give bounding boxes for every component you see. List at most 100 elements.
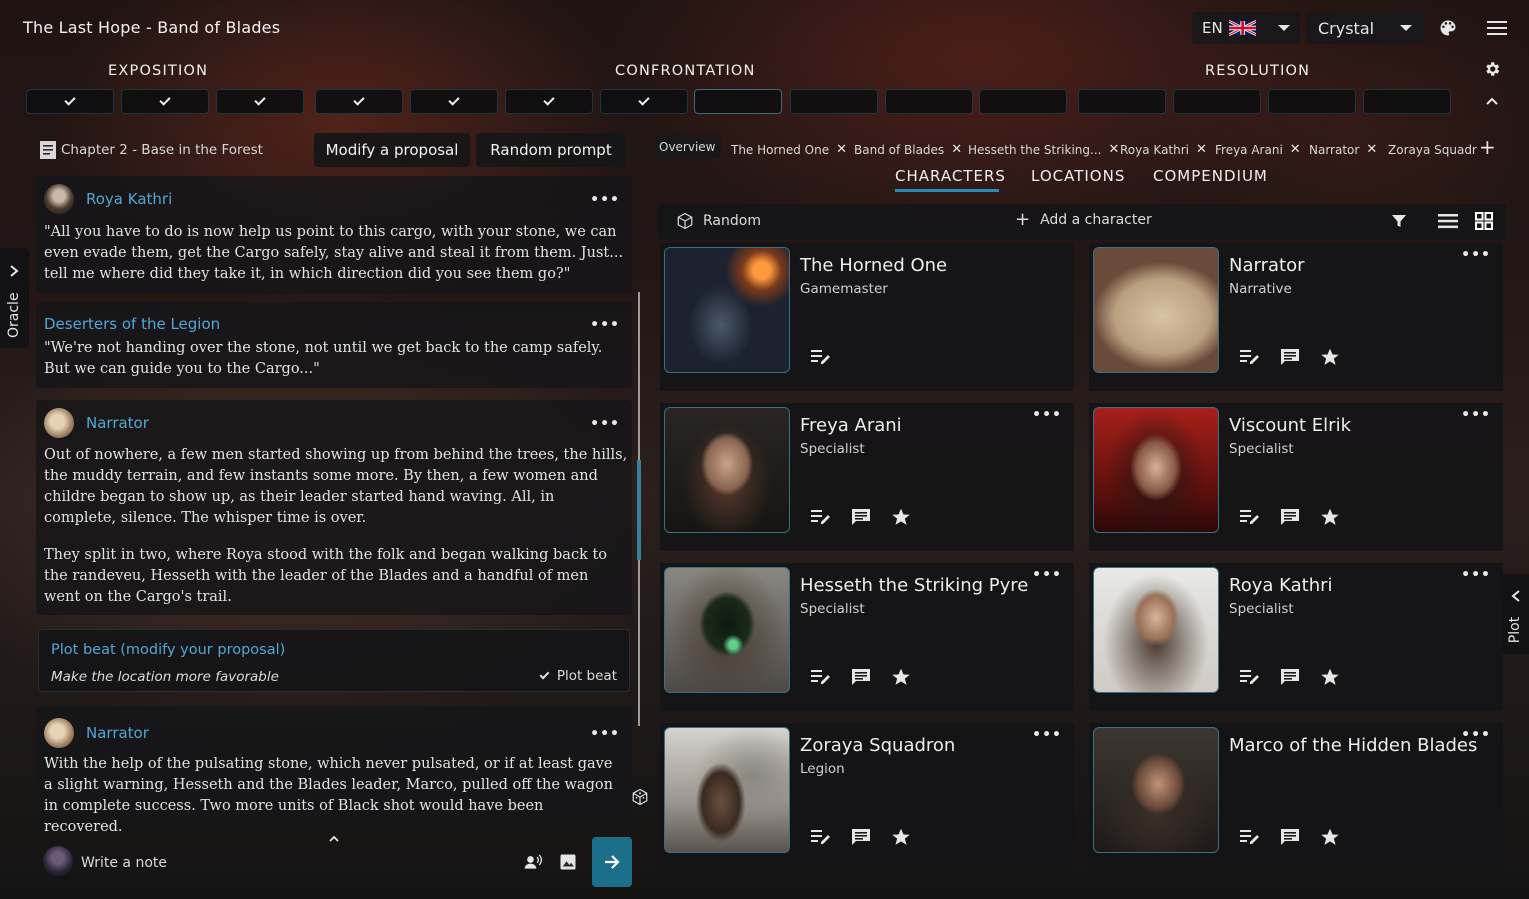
edit-notes-icon[interactable] (1239, 667, 1261, 685)
modify-proposal-button[interactable]: Modify a proposal (314, 133, 470, 167)
tab-character[interactable]: Freya Arani ✕ (1215, 139, 1301, 160)
tab-characters[interactable]: CHARACTERS (895, 167, 1006, 185)
edit-notes-icon[interactable] (1239, 827, 1261, 845)
dice-float-button[interactable] (626, 783, 654, 811)
send-button[interactable] (592, 837, 632, 887)
list-view-icon[interactable] (1438, 213, 1458, 229)
chat-icon[interactable] (1279, 347, 1301, 367)
character-portrait[interactable] (1093, 247, 1219, 373)
message-more-icon[interactable]: ••• (590, 416, 620, 432)
character-card[interactable]: Roya Kathri Specialist ••• (1089, 563, 1503, 711)
message-more-icon[interactable]: ••• (590, 726, 620, 742)
character-card[interactable]: Viscount Elrik Specialist ••• (1089, 403, 1503, 551)
note-input[interactable]: Write a note (81, 855, 167, 871)
progress-step[interactable] (600, 89, 688, 114)
language-select[interactable]: EN (1192, 12, 1300, 44)
add-tab-icon[interactable]: + (1479, 135, 1496, 159)
user-avatar[interactable] (43, 846, 73, 876)
tab-character[interactable]: Hesseth the Striking... ✕ (968, 139, 1119, 160)
edit-notes-icon[interactable] (810, 347, 832, 365)
tab-character[interactable]: Roya Kathri ✕ (1120, 139, 1207, 160)
character-portrait[interactable] (664, 727, 790, 853)
tab-locations[interactable]: LOCATIONS (1031, 167, 1125, 185)
chat-icon[interactable] (850, 827, 872, 847)
character-portrait[interactable] (1093, 727, 1219, 853)
progress-step[interactable] (979, 89, 1067, 114)
character-card[interactable]: Freya Arani Specialist ••• (660, 403, 1074, 551)
settings-gear-icon[interactable] (1483, 60, 1501, 78)
character-name[interactable]: Hesseth the Striking Pyre (800, 575, 1028, 596)
character-name[interactable]: Roya Kathri (1229, 575, 1333, 596)
character-portrait[interactable] (1093, 567, 1219, 693)
character-more-icon[interactable]: ••• (1032, 727, 1062, 743)
character-more-icon[interactable]: ••• (1461, 407, 1491, 423)
character-name[interactable]: Zoraya Squadron (800, 735, 955, 756)
message-speaker[interactable]: Deserters of the Legion (44, 315, 220, 333)
progress-step[interactable] (26, 89, 114, 114)
character-card[interactable]: The Horned One Gamemaster (660, 243, 1074, 391)
edit-notes-icon[interactable] (810, 667, 832, 685)
chat-icon[interactable] (1279, 667, 1301, 687)
character-portrait[interactable] (664, 567, 790, 693)
progress-step[interactable] (410, 89, 498, 114)
character-more-icon[interactable]: ••• (1032, 567, 1062, 583)
progress-step[interactable] (315, 89, 403, 114)
theme-select[interactable]: Crystal (1306, 12, 1424, 44)
character-name[interactable]: Marco of the Hidden Blades (1229, 735, 1477, 756)
add-character-button[interactable]: + Add a character (1015, 211, 1152, 229)
random-button[interactable]: Random (676, 212, 761, 230)
progress-step[interactable] (505, 89, 593, 114)
oracle-side-tab[interactable]: Oracle (0, 248, 29, 348)
scroll-up-chevron-icon[interactable] (328, 834, 340, 844)
message-more-icon[interactable]: ••• (590, 317, 620, 333)
tab-compendium[interactable]: COMPENDIUM (1153, 167, 1268, 185)
progress-step[interactable] (885, 89, 973, 114)
character-more-icon[interactable]: ••• (1032, 407, 1062, 423)
star-icon[interactable] (1319, 347, 1341, 367)
message-speaker[interactable]: Roya Kathri (44, 184, 172, 214)
tab-overview[interactable]: Overview (654, 135, 721, 158)
chat-icon[interactable] (1279, 507, 1301, 527)
character-card[interactable]: Hesseth the Striking Pyre Specialist ••• (660, 563, 1074, 711)
message-more-icon[interactable]: ••• (590, 192, 620, 208)
character-portrait[interactable] (664, 407, 790, 533)
close-icon[interactable]: ✕ (1196, 142, 1207, 157)
character-portrait[interactable] (1093, 407, 1219, 533)
edit-notes-icon[interactable] (1239, 507, 1261, 525)
progress-step[interactable] (1363, 89, 1451, 114)
tab-character[interactable]: Band of Blades ✕ (854, 139, 962, 160)
character-portrait[interactable] (664, 247, 790, 373)
character-name[interactable]: Freya Arani (800, 415, 902, 436)
character-card[interactable]: Zoraya Squadron Legion ••• (660, 723, 1074, 871)
edit-notes-icon[interactable] (1239, 347, 1261, 365)
character-more-icon[interactable]: ••• (1461, 567, 1491, 583)
close-icon[interactable]: ✕ (1366, 142, 1377, 157)
star-icon[interactable] (890, 507, 912, 527)
star-icon[interactable] (890, 827, 912, 847)
star-icon[interactable] (1319, 667, 1341, 687)
chat-icon[interactable] (850, 667, 872, 687)
close-icon[interactable]: ✕ (951, 142, 962, 157)
tab-character[interactable]: Zoraya Squadr (1388, 139, 1477, 160)
message-speaker[interactable]: Narrator (44, 718, 149, 748)
grid-view-icon[interactable] (1475, 212, 1493, 230)
plot-beat-card[interactable]: Plot beat (modify your proposal) Make th… (38, 629, 630, 692)
edit-notes-icon[interactable] (810, 507, 832, 525)
plot-beat-tag[interactable]: Plot beat (539, 668, 617, 684)
progress-step[interactable] (216, 89, 304, 114)
edit-notes-icon[interactable] (810, 827, 832, 845)
chat-scrollbar-thumb[interactable] (637, 460, 641, 560)
character-name[interactable]: The Horned One (800, 255, 947, 276)
character-card[interactable]: Narrator Narrative ••• (1089, 243, 1503, 391)
palette-icon[interactable] (1438, 18, 1458, 38)
progress-step[interactable] (1173, 89, 1261, 114)
star-icon[interactable] (890, 667, 912, 687)
message-speaker[interactable]: Narrator (44, 408, 149, 438)
chat-icon[interactable] (1279, 827, 1301, 847)
plot-side-tab[interactable]: Plot (1501, 574, 1529, 654)
image-icon[interactable] (559, 853, 577, 871)
character-name[interactable]: Viscount Elrik (1229, 415, 1351, 436)
collapse-chevron-up-icon[interactable] (1485, 96, 1499, 106)
random-prompt-button[interactable]: Random prompt (476, 133, 626, 167)
character-more-icon[interactable]: ••• (1461, 727, 1491, 743)
